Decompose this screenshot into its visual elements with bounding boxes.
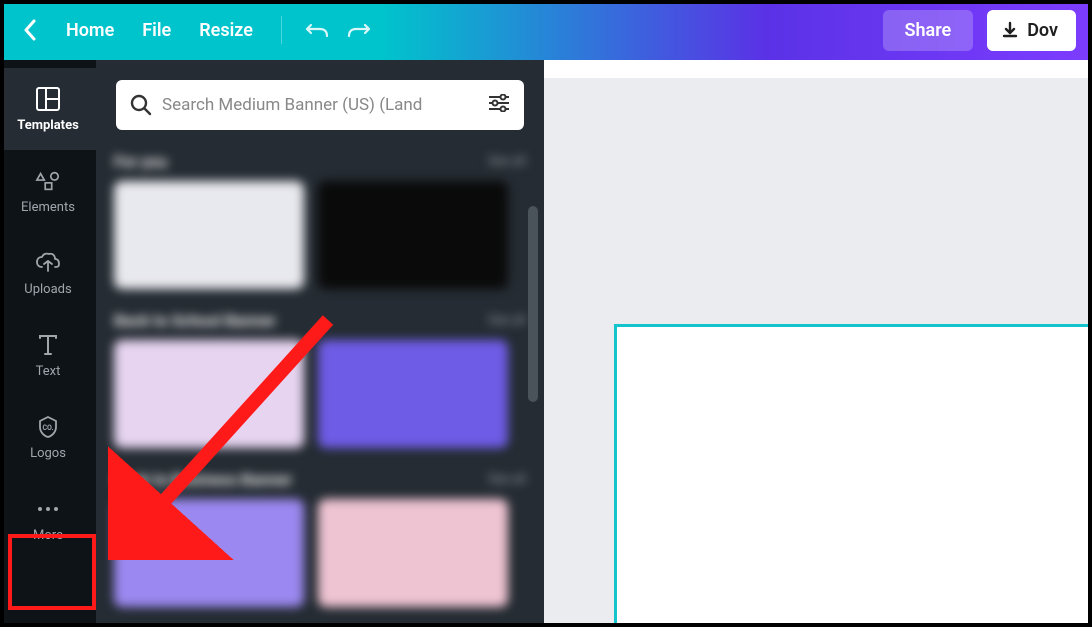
redo-icon[interactable] [344, 15, 374, 45]
sidebar: Templates Elements Uploads Text CO. Logo… [0, 60, 96, 627]
download-label: Dov [1027, 20, 1058, 41]
logos-icon: CO. [35, 414, 61, 440]
search-input[interactable] [162, 95, 478, 115]
home-link[interactable]: Home [52, 12, 128, 49]
template-thumb[interactable] [114, 340, 304, 448]
template-thumb[interactable] [114, 181, 304, 289]
canvas[interactable] [614, 324, 1092, 627]
canvas-area [544, 60, 1092, 627]
templates-icon [35, 86, 61, 112]
more-icon [35, 496, 61, 522]
text-icon [35, 332, 61, 358]
template-sections: For you See all Back to School Banner Se… [96, 152, 544, 607]
search-icon [130, 94, 152, 116]
file-menu[interactable]: File [128, 12, 185, 49]
undo-icon[interactable] [302, 15, 332, 45]
sidebar-item-logos[interactable]: CO. Logos [0, 396, 96, 478]
sidebar-item-text[interactable]: Text [0, 314, 96, 396]
download-icon [1001, 21, 1019, 39]
see-all-link[interactable]: See all [488, 154, 526, 169]
svg-text:CO.: CO. [42, 424, 53, 432]
back-icon[interactable] [16, 16, 44, 44]
uploads-icon [35, 250, 61, 276]
download-button[interactable]: Dov [987, 10, 1076, 51]
template-thumb[interactable] [318, 181, 508, 289]
panel-collapse-icon[interactable] [540, 560, 544, 590]
templates-panel: For you See all Back to School Banner Se… [96, 60, 544, 627]
section-title: Back to Business Banner [114, 470, 292, 489]
elements-icon [35, 168, 61, 194]
sidebar-item-label: More [33, 528, 63, 543]
panel-scrollbar[interactable] [528, 206, 538, 402]
divider [281, 16, 282, 44]
filter-icon[interactable] [488, 94, 510, 116]
share-button[interactable]: Share [883, 10, 974, 51]
template-thumb[interactable] [318, 499, 508, 607]
section-title: For you [114, 152, 167, 171]
template-thumb[interactable] [318, 340, 508, 448]
main-area: Templates Elements Uploads Text CO. Logo… [0, 60, 1092, 627]
sidebar-item-label: Uploads [24, 282, 71, 297]
resize-menu[interactable]: Resize [185, 12, 267, 49]
sidebar-item-label: Text [36, 364, 61, 379]
sidebar-item-label: Elements [21, 200, 75, 215]
sidebar-item-templates[interactable]: Templates [0, 68, 96, 150]
topbar: Home File Resize Share Dov [0, 0, 1092, 60]
sidebar-item-label: Logos [30, 446, 66, 461]
sidebar-item-uploads[interactable]: Uploads [0, 232, 96, 314]
template-thumb[interactable] [114, 499, 304, 607]
see-all-link[interactable]: See all [488, 313, 526, 328]
see-all-link[interactable]: See all [488, 472, 526, 487]
sidebar-item-more[interactable]: More [0, 478, 96, 560]
search-bar[interactable] [116, 80, 524, 130]
section-title: Back to School Banner [114, 311, 276, 330]
sidebar-item-label: Templates [17, 118, 79, 133]
sidebar-item-elements[interactable]: Elements [0, 150, 96, 232]
